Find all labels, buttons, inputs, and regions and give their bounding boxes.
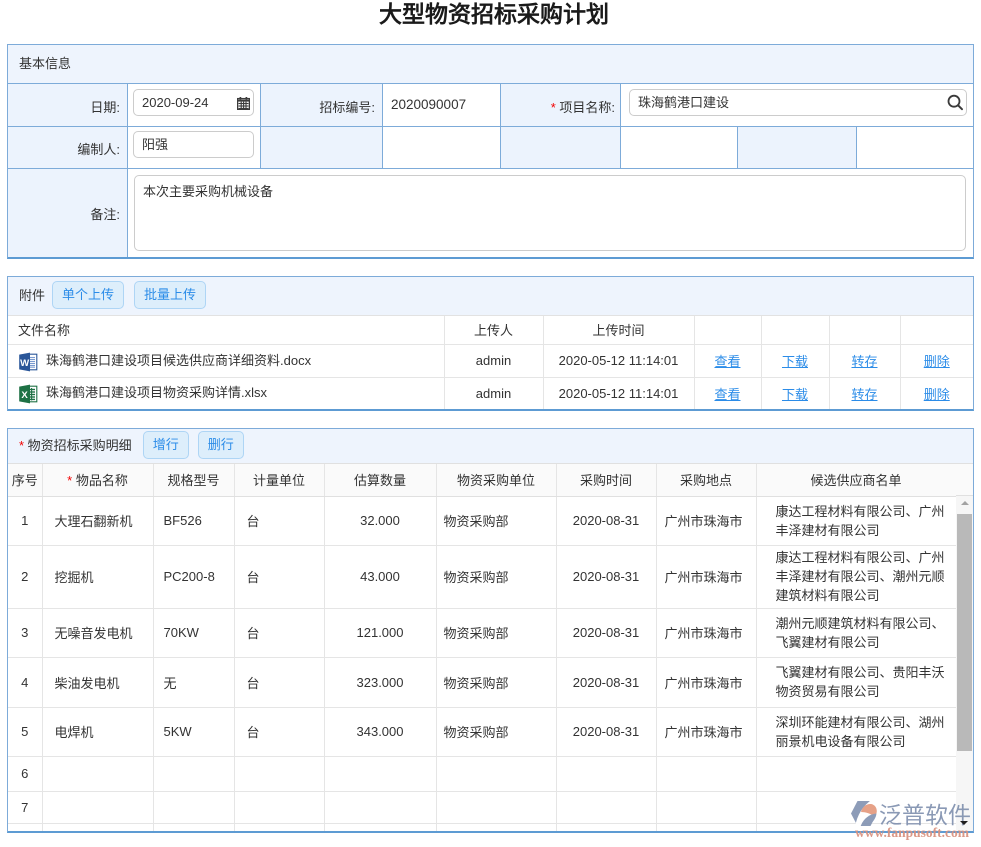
svg-text:W: W [20,358,30,369]
svg-text:www.fanpusoft.com: www.fanpusoft.com [855,825,970,840]
svg-text:X: X [21,390,28,401]
